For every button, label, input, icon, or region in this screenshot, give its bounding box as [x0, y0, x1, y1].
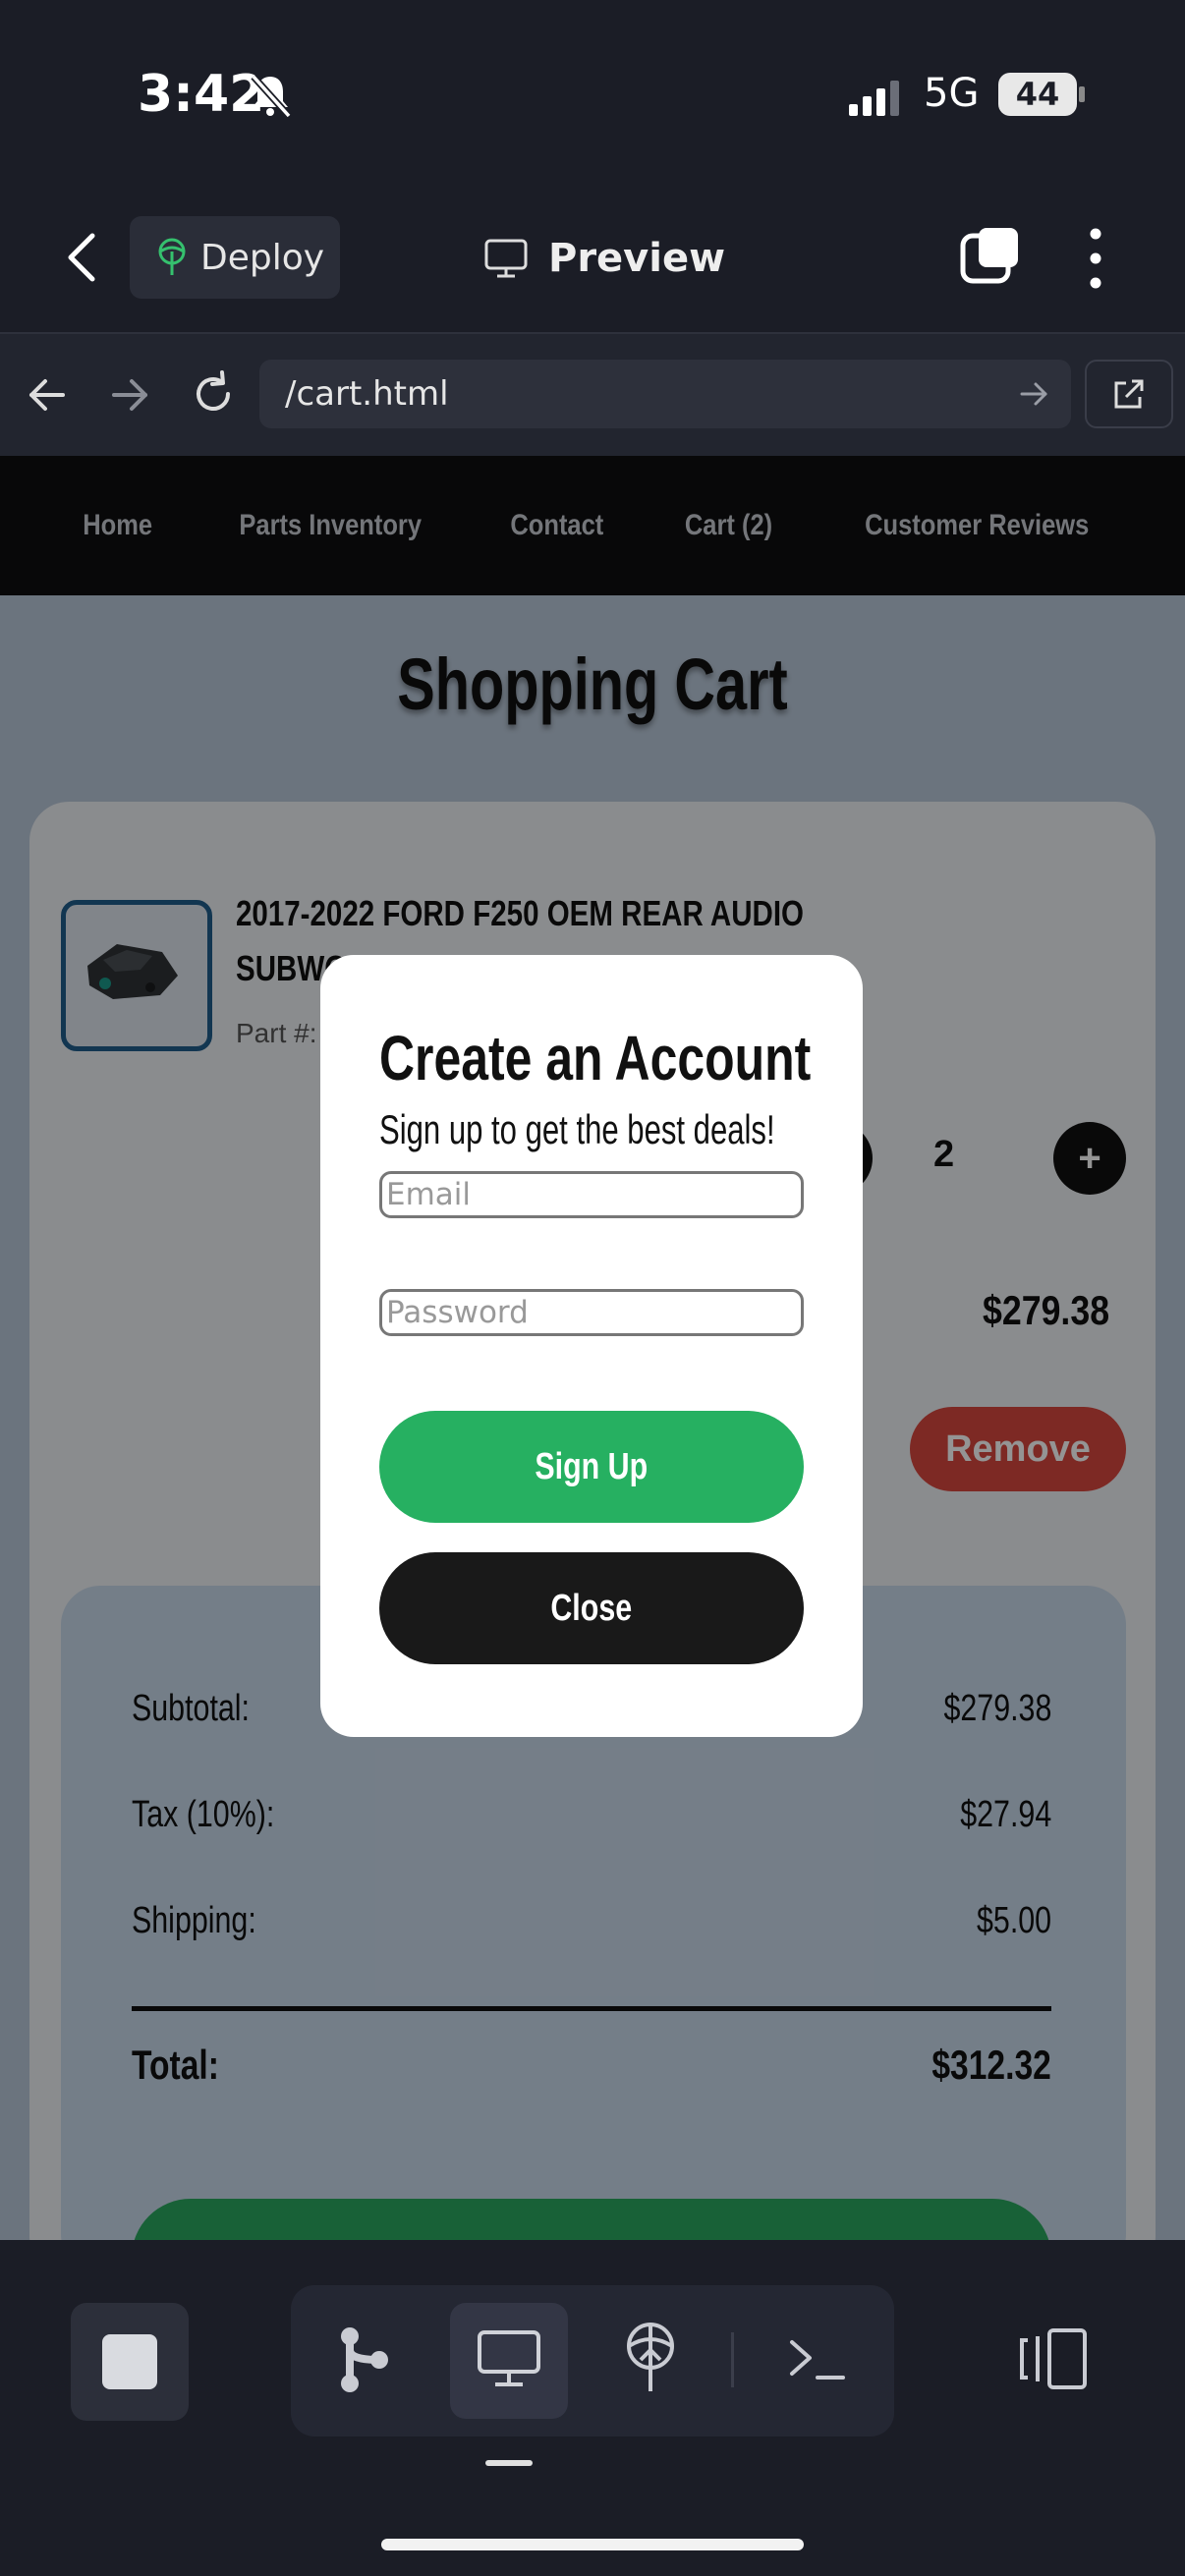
url-input[interactable]: /cart.html — [259, 360, 1071, 428]
signup-button[interactable]: Sign Up — [379, 1411, 804, 1523]
external-link-icon — [1114, 379, 1144, 409]
reload-icon[interactable] — [189, 369, 238, 419]
browser-back-icon[interactable] — [26, 373, 69, 417]
modal-title: Create an Account — [379, 1023, 812, 1093]
preview-label: Preview — [548, 236, 726, 281]
preview-tab[interactable]: Preview — [483, 224, 725, 293]
deploy-label: Deploy — [200, 237, 325, 278]
branch-icon[interactable] — [334, 2323, 397, 2397]
deploy-icon[interactable] — [619, 2321, 682, 2395]
panel-toggle-icon[interactable] — [1018, 2326, 1091, 2391]
battery-cap — [1079, 86, 1085, 102]
password-field[interactable]: Password — [379, 1289, 804, 1336]
home-indicator — [381, 2539, 804, 2550]
tabs-icon[interactable] — [959, 224, 1022, 287]
go-arrow-icon[interactable] — [1018, 379, 1051, 409]
signup-label: Sign Up — [535, 1446, 649, 1487]
network-label: 5G — [924, 71, 980, 116]
back-chevron-icon[interactable] — [61, 226, 100, 289]
terminal-icon[interactable] — [786, 2332, 849, 2387]
battery-indicator: 44 — [998, 73, 1077, 116]
deploy-button[interactable]: Deploy — [130, 216, 340, 299]
monitor-icon — [478, 2330, 540, 2386]
toolbar-separator — [731, 2332, 734, 2387]
deploy-icon — [158, 238, 186, 275]
signal-icon — [849, 81, 899, 116]
stop-icon — [102, 2334, 157, 2389]
browser-forward-icon[interactable] — [108, 373, 151, 417]
more-options-icon[interactable] — [1081, 224, 1110, 293]
monitor-icon — [484, 239, 528, 278]
drawer-handle[interactable] — [485, 2460, 533, 2466]
bell-muted-icon — [251, 74, 292, 119]
close-button[interactable]: Close — [379, 1552, 804, 1664]
modal-subtitle: Sign up to get the best deals! — [379, 1106, 775, 1152]
close-label: Close — [550, 1588, 633, 1629]
email-field[interactable]: Email — [379, 1171, 804, 1218]
